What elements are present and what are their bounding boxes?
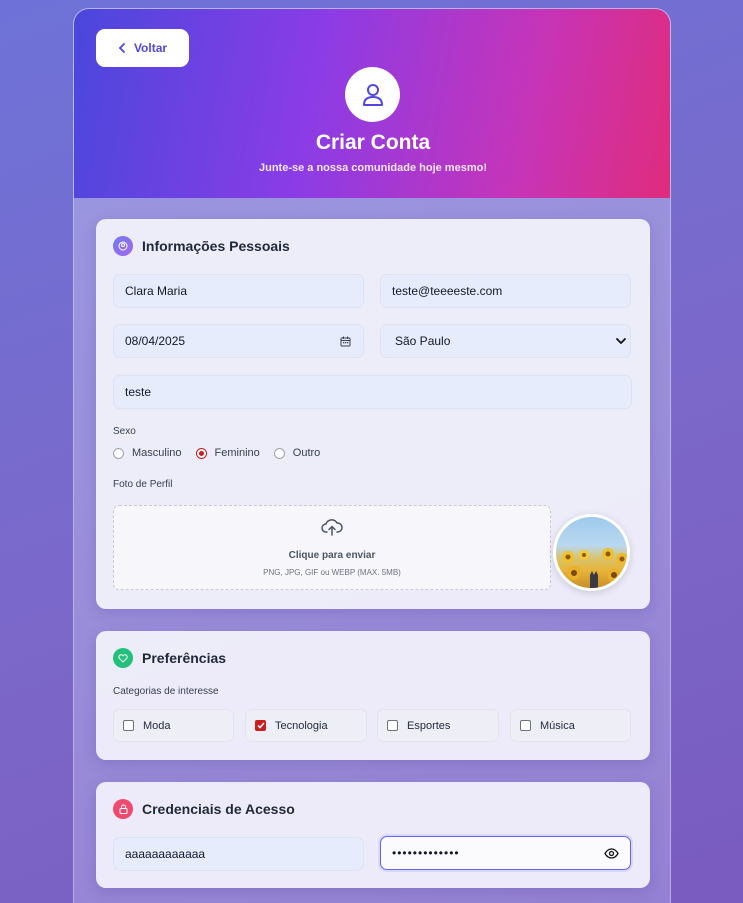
credentials-section: Credenciais de Acesso aaaaaaaaaaaa •••••… xyxy=(96,782,650,888)
category-moda[interactable]: Moda xyxy=(113,709,234,742)
birthdate-field[interactable]: 08/04/2025 xyxy=(113,324,364,358)
check-icon xyxy=(256,722,265,729)
category-tecnologia[interactable]: Tecnologia xyxy=(245,709,367,742)
category-label: Tecnologia xyxy=(275,719,328,732)
photo-label: Foto de Perfil xyxy=(113,479,173,490)
preferences-section: Preferências Categorias de interesse Mod… xyxy=(96,631,650,760)
personal-info-title: Informações Pessoais xyxy=(142,238,290,254)
upload-text: Clique para enviar xyxy=(288,550,376,561)
back-button[interactable]: Voltar xyxy=(96,29,189,67)
bio-value: teste xyxy=(125,385,152,399)
preferences-title: Preferências xyxy=(142,650,227,666)
credentials-header: Credenciais de Acesso xyxy=(113,799,295,819)
password-value: ••••••••••••• xyxy=(392,846,460,860)
user-icon xyxy=(362,83,383,106)
header-banner: Voltar Criar Conta Junte-se a nossa comu… xyxy=(74,9,670,198)
email-value: teste@teeeeste.com xyxy=(392,284,503,298)
name-value: Clara Maria xyxy=(125,284,188,298)
chevron-left-icon xyxy=(118,43,125,53)
back-label: Voltar xyxy=(133,41,168,55)
category-label: Esportes xyxy=(407,719,451,732)
gender-option-masculino[interactable]: Masculino xyxy=(113,447,182,459)
chevron-down-icon xyxy=(616,338,626,345)
personal-info-header: Informações Pessoais xyxy=(113,236,290,256)
header-avatar xyxy=(345,67,400,122)
city-value: São Paulo xyxy=(395,334,451,348)
category-musica[interactable]: Música xyxy=(510,709,631,742)
profile-photo-preview xyxy=(553,514,630,591)
credentials-title: Credenciais de Acesso xyxy=(142,801,295,817)
sunflower-image xyxy=(558,548,627,588)
radio-outro[interactable] xyxy=(273,447,285,459)
username-field[interactable]: aaaaaaaaaaaa xyxy=(113,837,364,871)
bio-field[interactable]: teste xyxy=(113,375,632,409)
password-field[interactable]: ••••••••••••• xyxy=(380,836,631,870)
upload-hint: PNG, JPG, GIF ou WEBP (MAX. 5MB) xyxy=(263,568,401,577)
eye-icon[interactable] xyxy=(604,848,619,859)
radio-masculino[interactable] xyxy=(113,447,124,459)
gender-option-label: Outro xyxy=(292,447,321,459)
checkbox-tecnologia[interactable] xyxy=(255,720,266,731)
gender-option-label: Masculino xyxy=(132,447,182,459)
gender-radio-group: Masculino Feminino Outro xyxy=(113,447,334,459)
city-select[interactable]: São Paulo xyxy=(380,324,631,358)
page-subtitle: Junte-se a nossa comunidade hoje mesmo! xyxy=(258,162,487,174)
page-title: Criar Conta xyxy=(315,131,431,154)
heart-icon xyxy=(113,648,133,668)
user-circle-icon xyxy=(113,236,133,256)
birthdate-value: 08/04/2025 xyxy=(125,334,186,348)
upload-cloud-icon xyxy=(321,519,343,536)
personal-info-section: Informações Pessoais Clara Maria teste@t… xyxy=(96,219,650,609)
categories-label: Categorias de interesse xyxy=(113,686,219,697)
name-field[interactable]: Clara Maria xyxy=(113,274,364,308)
gender-option-label: Feminino xyxy=(214,447,260,459)
category-esportes[interactable]: Esportes xyxy=(377,709,499,742)
photo-upload-dropzone[interactable]: Clique para enviar PNG, JPG, GIF ou WEBP… xyxy=(113,505,551,590)
checkbox-esportes[interactable] xyxy=(387,720,398,731)
radio-feminino[interactable] xyxy=(195,447,207,459)
lock-icon xyxy=(113,799,133,819)
gender-label: Sexo xyxy=(113,426,136,437)
checkbox-moda[interactable] xyxy=(123,720,134,731)
category-label: Moda xyxy=(143,719,171,732)
signup-card: Voltar Criar Conta Junte-se a nossa comu… xyxy=(73,8,671,903)
calendar-icon[interactable] xyxy=(340,336,351,347)
email-field[interactable]: teste@teeeeste.com xyxy=(380,274,631,308)
checkbox-musica[interactable] xyxy=(520,720,531,731)
gender-option-feminino[interactable]: Feminino xyxy=(195,447,260,459)
gender-option-outro[interactable]: Outro xyxy=(273,447,321,459)
category-label: Música xyxy=(540,719,575,732)
username-value: aaaaaaaaaaaa xyxy=(125,847,206,861)
preferences-header: Preferências xyxy=(113,648,226,668)
